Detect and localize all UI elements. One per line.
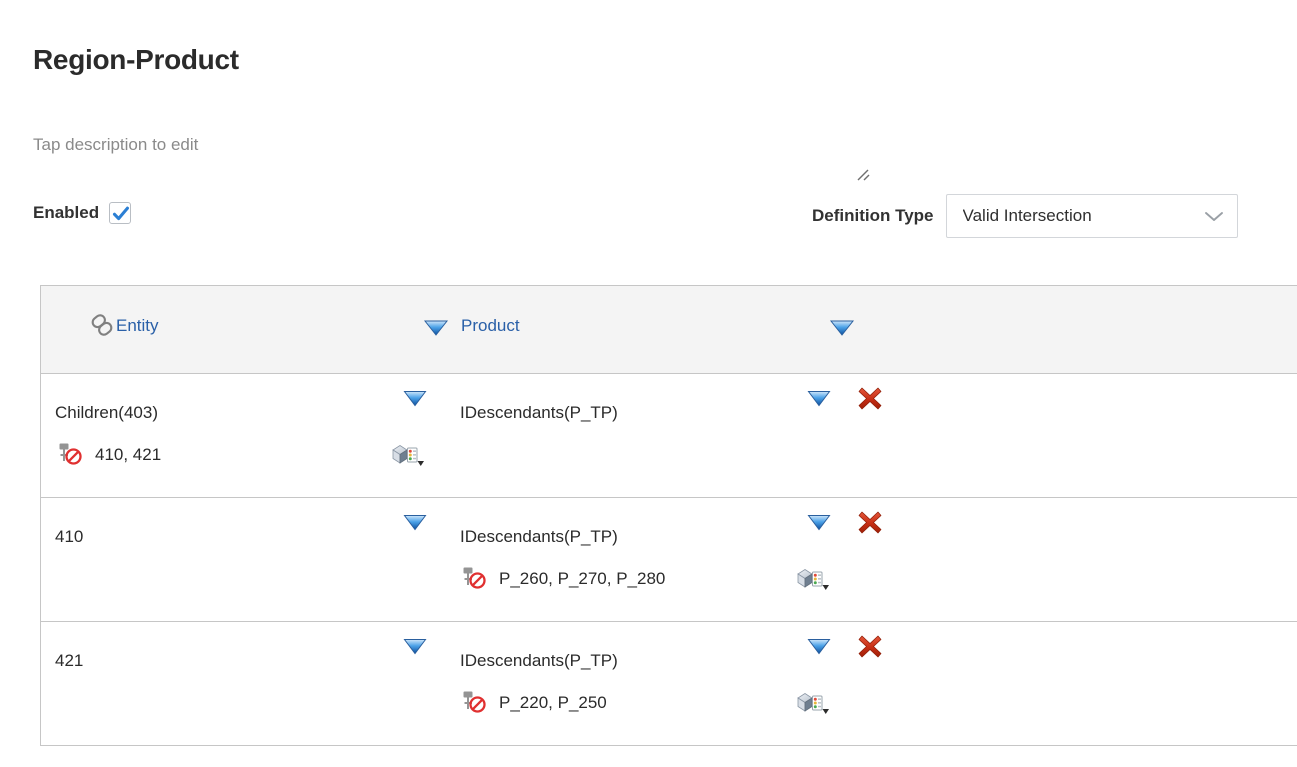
enabled-label: Enabled <box>33 203 100 222</box>
definition-type-select[interactable]: Valid Intersection <box>945 194 1238 238</box>
delete-row-button[interactable] <box>856 632 884 660</box>
cell-entity[interactable]: 410 <box>55 527 83 547</box>
definition-type-group: Definition Type Valid Intersection <box>812 194 1238 238</box>
cell-entity[interactable]: Children(403) <box>55 403 158 423</box>
delete-row-button[interactable] <box>856 384 884 412</box>
product-dropdown-toggle[interactable] <box>807 514 831 531</box>
column-sort-product[interactable] <box>829 319 855 337</box>
table-row: 410 IDescendants(P_TP) P_260, P_270, P_2… <box>41 498 1297 622</box>
table-row: Children(403) 410, 421 IDescendants(P_TP… <box>41 374 1297 498</box>
column-sort-entity[interactable] <box>423 319 449 337</box>
delete-row-button[interactable] <box>856 508 884 536</box>
table-row: 421 IDescendants(P_TP) P_220, P_250 <box>41 622 1297 745</box>
cube-dimension-icon[interactable] <box>391 442 425 468</box>
enabled-checkbox[interactable] <box>109 202 132 224</box>
definition-type-label: Definition Type <box>812 206 934 225</box>
excluded-member-icon <box>57 442 85 468</box>
product-exclusion-group: P_220, P_250 <box>461 690 607 716</box>
page-title: Region-Product <box>33 44 239 75</box>
cell-product[interactable]: IDescendants(P_TP) <box>460 651 618 671</box>
cell-product[interactable]: IDescendants(P_TP) <box>460 403 618 423</box>
product-exclusion-list[interactable]: P_260, P_270, P_280 <box>499 569 665 589</box>
product-dropdown-toggle[interactable] <box>807 390 831 407</box>
excluded-member-icon <box>461 690 489 716</box>
column-header-entity[interactable]: Entity <box>116 316 159 336</box>
cube-dimension-icon[interactable] <box>796 690 830 716</box>
excluded-member-icon <box>461 566 489 592</box>
entity-dropdown-toggle[interactable] <box>403 390 427 407</box>
valid-intersection-editor: Region-Product Tap description to edit E… <box>0 0 1297 767</box>
product-exclusion-list[interactable]: P_220, P_250 <box>499 693 607 713</box>
check-icon <box>113 206 130 221</box>
entity-exclusion-group: 410, 421 <box>57 442 161 468</box>
table-header-row: Entity Product <box>41 286 1297 374</box>
cell-entity[interactable]: 421 <box>55 651 83 671</box>
chevron-down-icon <box>1204 212 1223 221</box>
intersection-table: Entity Product Children(403) 410, 421 ID… <box>40 285 1297 746</box>
entity-dropdown-toggle[interactable] <box>403 638 427 655</box>
product-exclusion-group: P_260, P_270, P_280 <box>461 566 665 592</box>
resize-grip-icon[interactable] <box>855 167 875 187</box>
entity-exclusion-list[interactable]: 410, 421 <box>95 445 161 465</box>
product-dropdown-toggle[interactable] <box>807 638 831 655</box>
chain-link-icon <box>89 312 115 338</box>
cube-dimension-icon[interactable] <box>796 566 830 592</box>
definition-type-value: Valid Intersection <box>962 206 1092 225</box>
cell-product[interactable]: IDescendants(P_TP) <box>460 527 618 547</box>
description-editable[interactable]: Tap description to edit <box>33 135 198 155</box>
column-header-product[interactable]: Product <box>461 316 520 336</box>
entity-dropdown-toggle[interactable] <box>403 514 427 531</box>
enabled-control-group: Enabled <box>33 202 132 224</box>
